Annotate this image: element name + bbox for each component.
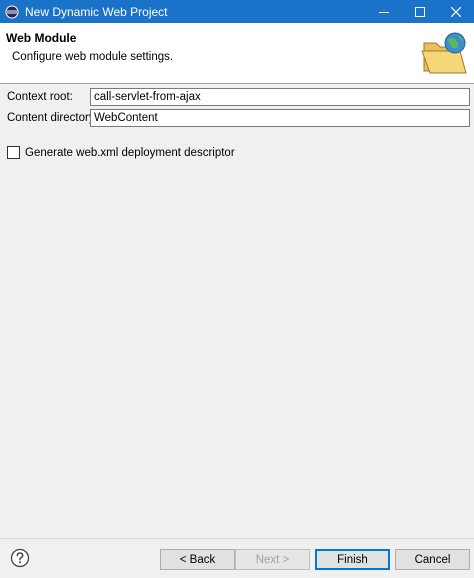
context-root-input[interactable] bbox=[90, 88, 470, 106]
page-title: Web Module bbox=[6, 31, 77, 45]
folder-globe-icon bbox=[420, 29, 468, 77]
header-separator bbox=[0, 83, 474, 84]
content-directory-label: Content directory: bbox=[7, 112, 98, 124]
footer-separator bbox=[0, 538, 474, 539]
content-directory-input[interactable] bbox=[90, 109, 470, 127]
wizard-header: Web Module Configure web module settings… bbox=[0, 23, 474, 83]
close-button[interactable] bbox=[438, 0, 474, 23]
window-title: New Dynamic Web Project bbox=[25, 4, 168, 19]
cancel-button[interactable]: Cancel bbox=[395, 549, 470, 570]
minimize-button[interactable] bbox=[366, 0, 402, 23]
generate-webxml-option[interactable]: Generate web.xml deployment descriptor bbox=[7, 146, 235, 159]
eclipse-icon bbox=[5, 5, 19, 19]
generate-webxml-checkbox[interactable] bbox=[7, 146, 20, 159]
title-bar: New Dynamic Web Project bbox=[0, 0, 474, 23]
maximize-button[interactable] bbox=[402, 0, 438, 23]
generate-webxml-label: Generate web.xml deployment descriptor bbox=[25, 146, 235, 159]
page-description: Configure web module settings. bbox=[12, 51, 174, 63]
next-button: Next > bbox=[235, 549, 310, 570]
finish-button[interactable]: Finish bbox=[315, 549, 390, 570]
context-root-label: Context root: bbox=[7, 91, 73, 103]
back-button[interactable]: < Back bbox=[160, 549, 235, 570]
help-icon[interactable] bbox=[10, 548, 30, 568]
